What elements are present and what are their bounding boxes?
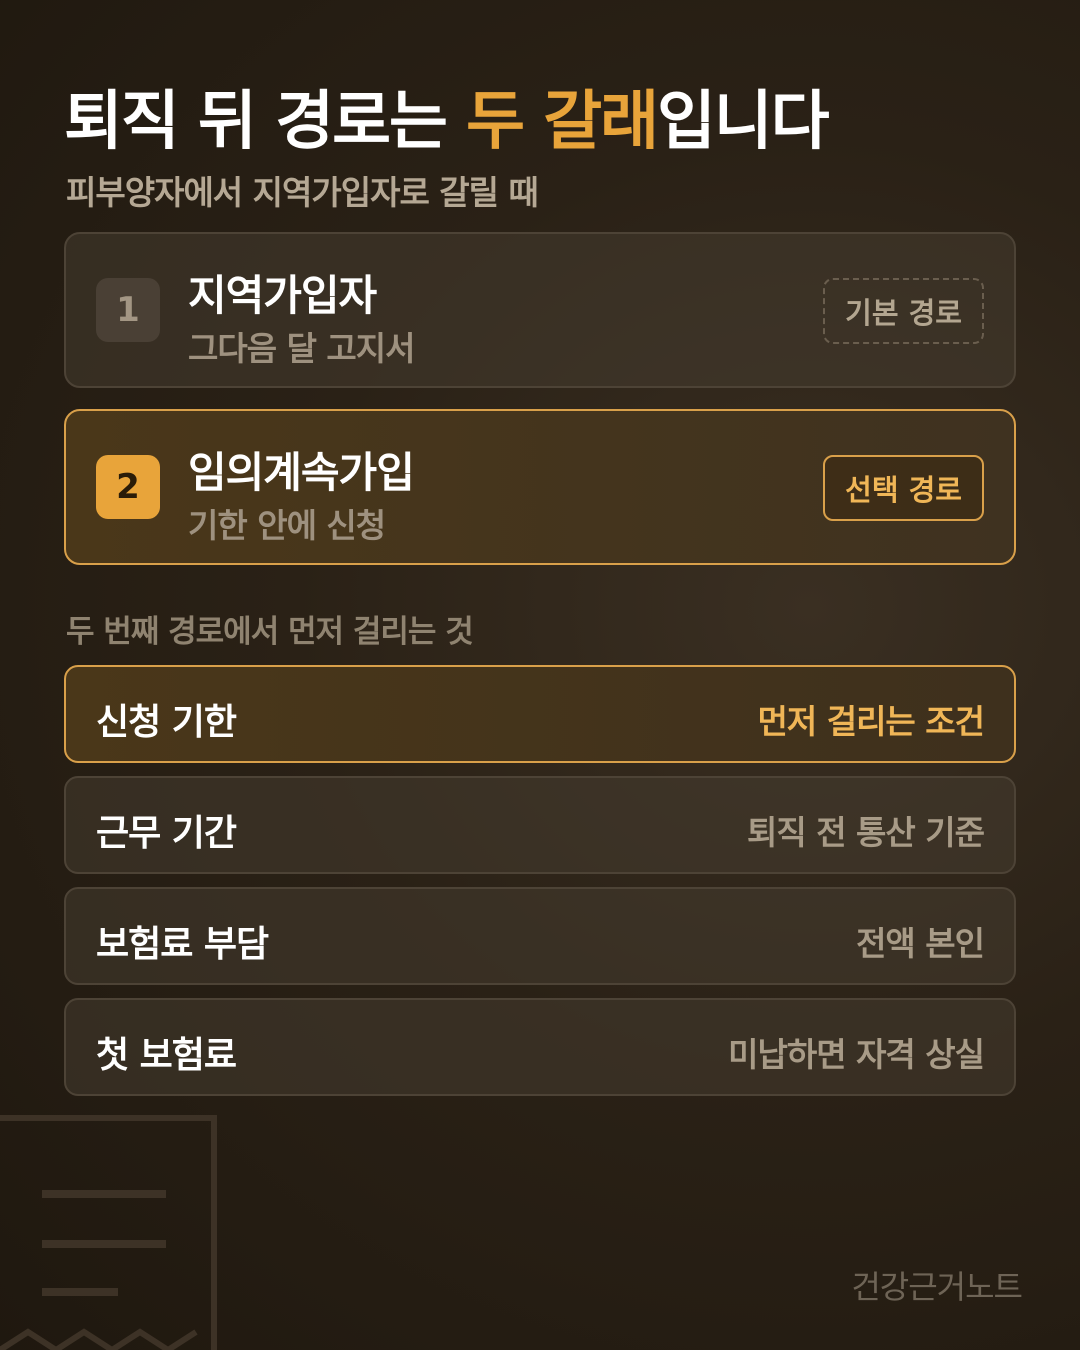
route-description: 그다음 달 고지서 <box>188 329 415 368</box>
condition-name: 근무 기간 <box>96 813 237 854</box>
condition-row-premium-burden: 보험료 부담 전액 본인 <box>64 887 1016 985</box>
route-card-voluntary[interactable]: 2 임의계속가입 기한 안에 신청 선택 경로 <box>64 409 1016 565</box>
page-title: 퇴직 뒤 경로는 두 갈래입니다 <box>64 70 830 162</box>
route-number-badge: 2 <box>96 455 160 519</box>
route-description: 기한 안에 신청 <box>188 506 386 545</box>
condition-name: 신청 기한 <box>96 702 237 743</box>
condition-value: 퇴직 전 통산 기준 <box>747 813 985 852</box>
condition-name: 첫 보험료 <box>96 1035 237 1076</box>
route-tag-selected: 선택 경로 <box>823 455 984 521</box>
title-suffix: 입니다 <box>657 85 830 159</box>
title-prefix: 퇴직 뒤 경로는 <box>64 85 467 159</box>
condition-value: 전액 본인 <box>856 924 985 963</box>
title-highlight: 두 갈래 <box>466 85 659 159</box>
route-name: 임의계속가입 <box>188 448 415 497</box>
conditions-section-label: 두 번째 경로에서 먼저 걸리는 것 <box>66 614 474 650</box>
condition-name: 보험료 부담 <box>96 924 269 965</box>
condition-value: 먼저 걸리는 조건 <box>757 702 985 741</box>
route-number-badge: 1 <box>96 278 160 342</box>
document-icon <box>0 1115 217 1350</box>
condition-row-first-premium: 첫 보험료 미납하면 자격 상실 <box>64 998 1016 1096</box>
condition-row-work-period: 근무 기간 퇴직 전 통산 기준 <box>64 776 1016 874</box>
route-tag-default: 기본 경로 <box>823 278 984 344</box>
page-subtitle: 피부양자에서 지역가입자로 갈릴 때 <box>66 173 539 212</box>
condition-row-deadline: 신청 기한 먼저 걸리는 조건 <box>64 665 1016 763</box>
brand-watermark: 건강근거노트 <box>851 1268 1023 1306</box>
route-name: 지역가입자 <box>188 271 377 320</box>
route-card-regional[interactable]: 1 지역가입자 그다음 달 고지서 기본 경로 <box>64 232 1016 388</box>
condition-value: 미납하면 자격 상실 <box>728 1035 985 1074</box>
